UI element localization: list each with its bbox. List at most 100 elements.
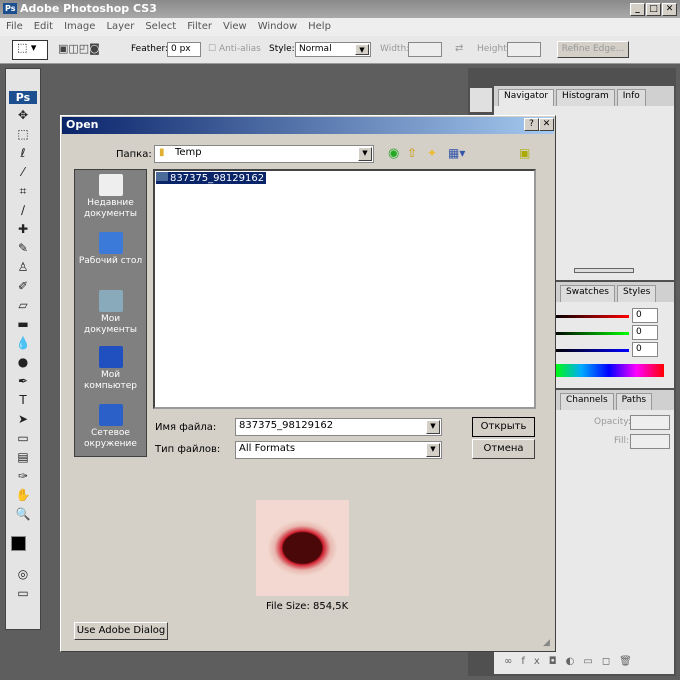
history-icon[interactable] bbox=[470, 88, 492, 112]
maximize-button[interactable]: □ bbox=[646, 3, 661, 16]
menu-help[interactable]: Help bbox=[308, 21, 331, 33]
red-input[interactable]: 0 bbox=[632, 308, 658, 323]
place-my-computer[interactable]: Мой компьютер bbox=[75, 342, 146, 400]
help-button[interactable]: ? bbox=[524, 118, 539, 131]
file-item[interactable]: 837375_98129162 bbox=[156, 172, 267, 184]
cancel-button[interactable]: Отмена bbox=[472, 439, 535, 459]
place-label: Недавние документы bbox=[83, 198, 138, 219]
healing-brush-icon[interactable]: ✚ bbox=[13, 222, 33, 240]
place-my-documents[interactable]: Мои документы bbox=[75, 286, 146, 342]
place-label: Рабочий стол bbox=[78, 256, 143, 266]
dialog-close-button[interactable]: ✕ bbox=[539, 118, 554, 131]
width-input[interactable] bbox=[408, 42, 442, 57]
resize-grip-icon[interactable]: ◢ bbox=[543, 638, 550, 648]
layer-actions-icons[interactable]: ∞fx◘◐▭◻🗑 bbox=[504, 656, 641, 667]
feather-label: Feather: bbox=[131, 44, 169, 54]
up-folder-icon[interactable]: ⇧ bbox=[407, 146, 417, 160]
eraser-tool-icon[interactable]: ▱ bbox=[13, 298, 33, 316]
lasso-tool-icon[interactable]: ℓ bbox=[13, 146, 33, 164]
type-tool-icon[interactable]: T bbox=[13, 393, 33, 411]
hand-tool-icon[interactable]: ✋ bbox=[13, 488, 33, 506]
marquee-tool-preset[interactable]: ⬚ ▾ bbox=[12, 40, 48, 60]
menu-edit[interactable]: Edit bbox=[34, 21, 53, 33]
network-icon bbox=[98, 404, 123, 426]
menu-filter[interactable]: Filter bbox=[187, 21, 212, 33]
blue-slider[interactable] bbox=[554, 349, 629, 352]
tab-navigator[interactable]: Navigator bbox=[498, 89, 555, 106]
use-adobe-dialog-button[interactable]: Use Adobe Dialog bbox=[74, 622, 168, 640]
tab-swatches[interactable]: Swatches bbox=[560, 285, 615, 302]
chevron-down-icon: ▼ bbox=[426, 443, 440, 457]
color-swatches[interactable] bbox=[6, 526, 40, 566]
minimize-button[interactable]: _ bbox=[630, 3, 645, 16]
history-brush-icon[interactable]: ✐ bbox=[13, 279, 33, 297]
menu-window[interactable]: Window bbox=[258, 21, 297, 33]
tab-histogram[interactable]: Histogram bbox=[556, 89, 615, 106]
screen-mode-icon[interactable]: ▭ bbox=[13, 586, 33, 604]
red-slider[interactable] bbox=[554, 315, 629, 318]
tab-styles[interactable]: Styles bbox=[617, 285, 657, 302]
green-slider[interactable] bbox=[554, 332, 629, 335]
blur-tool-icon[interactable]: 💧 bbox=[13, 336, 33, 354]
look-in-label: Папка: bbox=[116, 149, 152, 160]
filename-label: Имя файла: bbox=[155, 422, 217, 433]
place-recent[interactable]: Недавние документы bbox=[75, 170, 146, 228]
move-tool-icon[interactable]: ✥ bbox=[13, 108, 33, 126]
path-selection-icon[interactable]: ➤ bbox=[13, 412, 33, 430]
quick-mask-icon[interactable]: ◎ bbox=[13, 567, 33, 585]
view-menu-icon[interactable]: ▦▾ bbox=[448, 146, 465, 160]
new-folder-icon[interactable]: ✦ bbox=[427, 146, 437, 160]
shape-tool-icon[interactable]: ▭ bbox=[13, 431, 33, 449]
color-ramp[interactable] bbox=[554, 364, 664, 377]
style-label: Style: bbox=[269, 44, 295, 54]
tab-paths[interactable]: Paths bbox=[615, 393, 653, 410]
place-network[interactable]: Сетевое окружение bbox=[75, 400, 146, 458]
back-icon[interactable]: ◉ bbox=[388, 146, 399, 161]
fill-input[interactable] bbox=[630, 434, 670, 449]
style-select[interactable]: Normal ▼ bbox=[295, 42, 371, 57]
brush-tool-icon[interactable]: ✎ bbox=[13, 241, 33, 259]
menu-select[interactable]: Select bbox=[145, 21, 176, 33]
notes-tool-icon[interactable]: ▤ bbox=[13, 450, 33, 468]
width-label: Width: bbox=[380, 44, 410, 54]
crop-tool-icon[interactable]: ⌗ bbox=[13, 184, 33, 202]
dodge-tool-icon[interactable]: ● bbox=[13, 355, 33, 373]
chevron-down-icon: ▼ bbox=[355, 44, 369, 55]
close-button[interactable]: ✕ bbox=[662, 3, 677, 16]
tab-channels[interactable]: Channels bbox=[560, 393, 614, 410]
zoom-tool-icon[interactable]: 🔍 bbox=[13, 507, 33, 525]
pen-tool-icon[interactable]: ✒ bbox=[13, 374, 33, 392]
foreground-color[interactable] bbox=[11, 536, 26, 551]
look-in-select[interactable]: ▮ Temp ▼ bbox=[154, 145, 374, 163]
tab-info[interactable]: Info bbox=[616, 89, 646, 106]
clone-stamp-icon[interactable]: ♙ bbox=[13, 260, 33, 278]
open-button[interactable]: Открыть bbox=[472, 417, 535, 437]
image-preview bbox=[256, 500, 349, 596]
marquee-tool-icon[interactable]: ⬚ bbox=[13, 127, 33, 145]
menu-layer[interactable]: Layer bbox=[106, 21, 134, 33]
height-input[interactable] bbox=[507, 42, 541, 57]
blue-input[interactable]: 0 bbox=[632, 342, 658, 357]
slice-tool-icon[interactable]: ∕ bbox=[13, 203, 33, 221]
file-list[interactable]: 837375_98129162 bbox=[153, 169, 536, 409]
my-documents-icon bbox=[98, 290, 123, 312]
filetype-select[interactable]: All Formats ▼ bbox=[235, 441, 442, 459]
swap-icon[interactable]: ⇄ bbox=[455, 43, 463, 54]
eyedropper-icon[interactable]: ✑ bbox=[13, 469, 33, 487]
menu-file[interactable]: File bbox=[6, 21, 23, 33]
fill-label: Fill: bbox=[614, 436, 630, 446]
filename-input[interactable]: 837375_98129162 ▼ bbox=[235, 418, 442, 436]
menu-view[interactable]: View bbox=[223, 21, 247, 33]
feather-input[interactable]: 0 px bbox=[167, 42, 201, 57]
zoom-slider[interactable] bbox=[574, 268, 634, 273]
desktop-folder-icon[interactable]: ▣ bbox=[519, 146, 530, 160]
place-desktop[interactable]: Рабочий стол bbox=[75, 228, 146, 286]
opacity-input[interactable] bbox=[630, 415, 670, 430]
refine-edge-button[interactable]: Refine Edge... bbox=[557, 41, 629, 58]
green-input[interactable]: 0 bbox=[632, 325, 658, 340]
magic-wand-icon[interactable]: ⁄ bbox=[13, 165, 33, 183]
menu-image[interactable]: Image bbox=[64, 21, 95, 33]
selection-mode-icons[interactable]: ▣◫◰◙ bbox=[58, 42, 100, 55]
gradient-tool-icon[interactable]: ▬ bbox=[13, 317, 33, 335]
antialias-checkbox[interactable]: ☐ Anti-alias bbox=[208, 44, 261, 54]
